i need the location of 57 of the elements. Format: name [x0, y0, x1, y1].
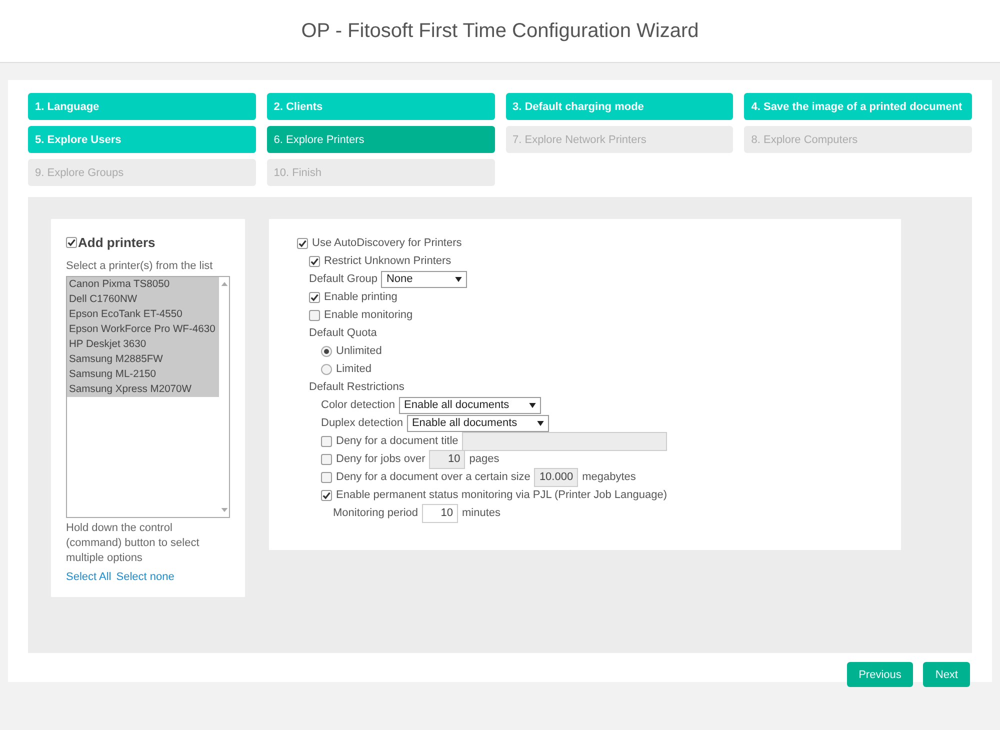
- printer-option[interactable]: Samsung M2885FW: [67, 352, 219, 367]
- input-field[interactable]: [462, 432, 668, 450]
- printer-option[interactable]: Samsung ML-2150: [67, 367, 219, 382]
- input-field[interactable]: 10: [429, 450, 466, 468]
- select-link[interactable]: Select none: [116, 571, 174, 583]
- checkbox[interactable]: [321, 472, 332, 482]
- checkbox-label: Use AutoDiscovery for Printers: [312, 237, 462, 249]
- select-label: Duplex detection: [321, 417, 403, 429]
- checkbox-label: Restrict Unknown Printers: [324, 255, 452, 267]
- select-label: Color detection: [321, 399, 395, 411]
- checkbox-label: Enable permanent status monitoring via PJL (Printer Job Language): [336, 489, 668, 501]
- dropdown[interactable]: None: [381, 270, 468, 288]
- radio-button[interactable]: [321, 364, 332, 374]
- checkbox[interactable]: [309, 310, 320, 320]
- checkbox[interactable]: [309, 292, 320, 302]
- section-title: Add printers: [78, 235, 156, 250]
- checkbox-label: Deny for jobs over: [336, 453, 426, 465]
- printer-option[interactable]: Epson WorkForce Pro WF-4630: [67, 322, 219, 337]
- checkbox[interactable]: [66, 237, 77, 248]
- list-label: Select a printer(s) from the list: [66, 259, 214, 274]
- checkbox-label: Deny for a document over a certain size: [336, 471, 530, 483]
- unit-label: megabytes: [582, 471, 636, 483]
- dropdown[interactable]: Enable all documents: [399, 396, 542, 414]
- input-label: Monitoring period: [333, 507, 418, 519]
- printer-option[interactable]: Samsung Xpress M2070W: [67, 382, 219, 397]
- printer-option[interactable]: Epson EcoTank ET-4550: [67, 307, 219, 322]
- checkbox[interactable]: [321, 454, 332, 464]
- scroll-down-icon[interactable]: [220, 508, 228, 512]
- printer-option[interactable]: HP Deskjet 3630: [67, 337, 219, 352]
- section-label: Default Restrictions: [309, 381, 404, 393]
- checkbox-label: Enable printing: [324, 291, 398, 303]
- unit-label: minutes: [462, 507, 501, 519]
- select-link[interactable]: Select All: [66, 571, 112, 583]
- input-field[interactable]: 10.000: [534, 468, 578, 486]
- section-label: Default Quota: [309, 327, 377, 339]
- caret-icon: [537, 420, 544, 426]
- radio-label: Unlimited: [336, 345, 382, 357]
- checkbox-label: Deny for a document title: [336, 435, 458, 447]
- caret-icon: [529, 402, 536, 408]
- printer-option[interactable]: Canon Pixma TS8050: [67, 277, 219, 292]
- scroll-up-icon[interactable]: [220, 282, 228, 286]
- checkbox[interactable]: [309, 256, 320, 266]
- help-text: Hold down the control (command) button to select multiple options: [66, 521, 200, 566]
- input-field[interactable]: 10: [422, 504, 458, 522]
- radio-label: Limited: [336, 363, 372, 375]
- printer-option[interactable]: Dell C1760NW: [67, 292, 219, 307]
- checkbox[interactable]: [321, 436, 332, 446]
- window-title: OP - Fitosoft First Time Configuration Wizard: [301, 20, 699, 42]
- select-label: Default Group: [309, 273, 378, 285]
- checkbox[interactable]: [321, 490, 332, 500]
- checkbox-label: Enable monitoring: [324, 309, 413, 321]
- caret-icon: [455, 276, 462, 282]
- checkbox[interactable]: [297, 238, 308, 248]
- printer-listbox[interactable]: Canon Pixma TS8050 Dell C1760NW Epson EcoTank ET-4550 Epson WorkForce Pro WF-4630 HP Deskjet 3630 Samsung M2885FW Samsung ML-2150 Samsung Xpress M2070W: [66, 276, 230, 518]
- dropdown[interactable]: Enable all documents: [406, 414, 550, 432]
- unit-label: pages: [469, 453, 500, 465]
- radio-button[interactable]: [321, 346, 332, 356]
